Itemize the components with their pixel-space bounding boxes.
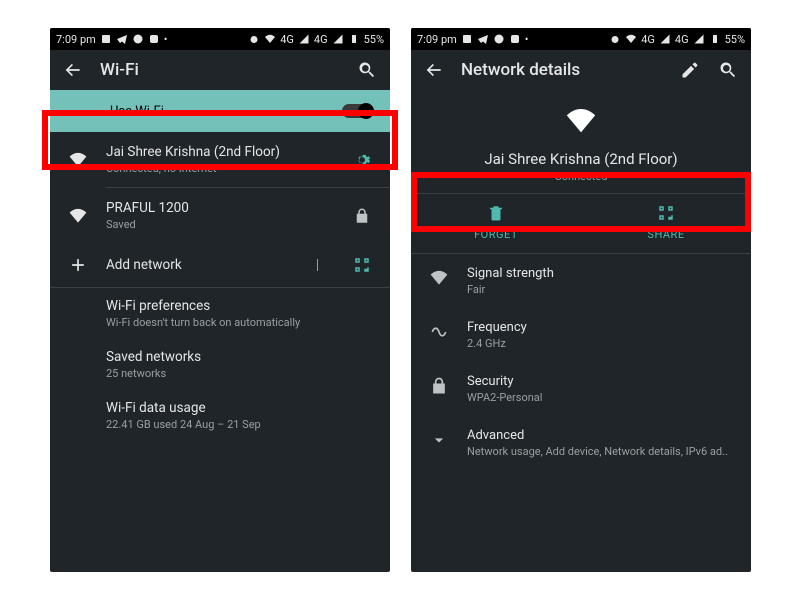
action-row: FORGET SHARE (411, 193, 751, 254)
telegram-icon (477, 33, 489, 45)
sig-4g-2: 4G (675, 33, 689, 46)
battery-icon (709, 33, 721, 45)
plus-icon (66, 255, 90, 275)
use-wifi-toggle-row[interactable]: Use Wi-Fi (50, 90, 390, 132)
wifi-switch[interactable] (342, 104, 372, 118)
wifi-status-icon (625, 33, 637, 45)
notification-icon (461, 33, 473, 45)
notification-icon (100, 33, 112, 45)
ssid-label: Jai Shree Krishna (2nd Floor) (106, 144, 334, 160)
forget-button[interactable]: FORGET (411, 194, 581, 253)
alarm-icon (248, 33, 260, 45)
whatsapp-icon (493, 33, 505, 45)
ssid-status: Connected, no Internet (106, 162, 334, 175)
add-network-label: Add network (106, 257, 290, 273)
telegram-icon (116, 33, 128, 45)
saved-networks-row[interactable]: Saved networks 25 networks (50, 339, 390, 390)
security-row: Security WPA2-Personal (411, 362, 751, 416)
forget-label: FORGET (474, 228, 518, 241)
battery-pct: 55% (725, 33, 745, 46)
wifi-status-icon (264, 33, 276, 45)
instagram-icon (148, 33, 160, 45)
share-label: SHARE (647, 228, 684, 241)
frequency-icon (427, 320, 451, 342)
signal-strength-row: Signal strength Fair (411, 254, 751, 308)
back-icon[interactable] (423, 59, 445, 81)
sig-4g: 4G (641, 33, 655, 46)
ssid-label: PRAFUL 1200 (106, 200, 334, 216)
ssid-status: Saved (106, 218, 334, 231)
connection-status: Connected (411, 170, 751, 183)
wifi-icon (66, 150, 90, 170)
app-bar: Wi-Fi (50, 50, 390, 90)
sec-label: Security (467, 374, 542, 389)
wifi-preferences-row[interactable]: Wi-Fi preferences Wi-Fi doesn't turn bac… (50, 288, 390, 339)
trash-icon (487, 204, 505, 222)
chevron-down-icon (427, 428, 451, 450)
signal-value: Fair (467, 283, 554, 296)
wifi-icon (427, 266, 451, 288)
app-bar: Network details (411, 50, 751, 90)
use-wifi-label: Use Wi-Fi (110, 104, 164, 119)
sec-value: WPA2-Personal (467, 391, 542, 404)
sig-4g-2: 4G (314, 33, 328, 46)
signal-icon-2 (693, 33, 705, 45)
network-hero: Jai Shree Krishna (2nd Floor) Connected (411, 90, 751, 193)
sig-4g: 4G (280, 33, 294, 46)
ssid-label: Jai Shree Krishna (2nd Floor) (411, 150, 751, 168)
network-row-saved[interactable]: PRAFUL 1200 Saved (50, 188, 390, 243)
signal-icon-2 (332, 33, 344, 45)
freq-label: Frequency (467, 320, 527, 335)
alarm-icon (609, 33, 621, 45)
pref-sub: Wi-Fi doesn't turn back on automatically (106, 316, 374, 329)
network-row-connected[interactable]: Jai Shree Krishna (2nd Floor) Connected,… (50, 132, 390, 187)
share-button[interactable]: SHARE (581, 194, 751, 253)
edit-icon[interactable] (679, 59, 701, 81)
adv-value: Network usage, Add device, Network detai… (467, 445, 728, 458)
back-icon[interactable] (62, 59, 84, 81)
advanced-row[interactable]: Advanced Network usage, Add device, Netw… (411, 416, 751, 470)
page-title: Network details (461, 60, 663, 80)
wifi-data-usage-row[interactable]: Wi-Fi data usage 22.41 GB used 24 Aug – … (50, 390, 390, 441)
freq-value: 2.4 GHz (467, 337, 527, 350)
add-network-row[interactable]: Add network (50, 243, 390, 287)
qr-scan-icon[interactable] (350, 256, 374, 274)
lock-icon (350, 207, 374, 225)
search-icon[interactable] (356, 59, 378, 81)
wifi-icon (66, 206, 90, 226)
status-bar: 7:09 pm • 4G 4G 55% (411, 28, 751, 50)
saved-sub: 25 networks (106, 367, 374, 380)
status-time: 7:09 pm (417, 33, 457, 46)
lock-icon (427, 374, 451, 396)
instagram-icon (509, 33, 521, 45)
adv-label: Advanced (467, 428, 728, 443)
page-title: Wi-Fi (100, 60, 340, 80)
more-dot: • (525, 33, 529, 46)
usage-title: Wi-Fi data usage (106, 400, 374, 416)
more-dot: • (164, 33, 168, 46)
pref-title: Wi-Fi preferences (106, 298, 374, 314)
status-bar: 7:09 pm • 4G 4G 55% (50, 28, 390, 50)
whatsapp-icon (132, 33, 144, 45)
status-time: 7:09 pm (56, 33, 96, 46)
frequency-row: Frequency 2.4 GHz (411, 308, 751, 362)
battery-pct: 55% (364, 33, 384, 46)
saved-title: Saved networks (106, 349, 374, 365)
qr-icon (657, 204, 675, 222)
search-icon[interactable] (717, 59, 739, 81)
signal-icon (659, 33, 671, 45)
wifi-large-icon (564, 123, 598, 142)
signal-label: Signal strength (467, 266, 554, 281)
battery-icon (348, 33, 360, 45)
divider-vert (306, 256, 330, 274)
usage-sub: 22.41 GB used 24 Aug – 21 Sep (106, 418, 374, 431)
signal-icon (298, 33, 310, 45)
gear-icon[interactable] (350, 151, 374, 169)
